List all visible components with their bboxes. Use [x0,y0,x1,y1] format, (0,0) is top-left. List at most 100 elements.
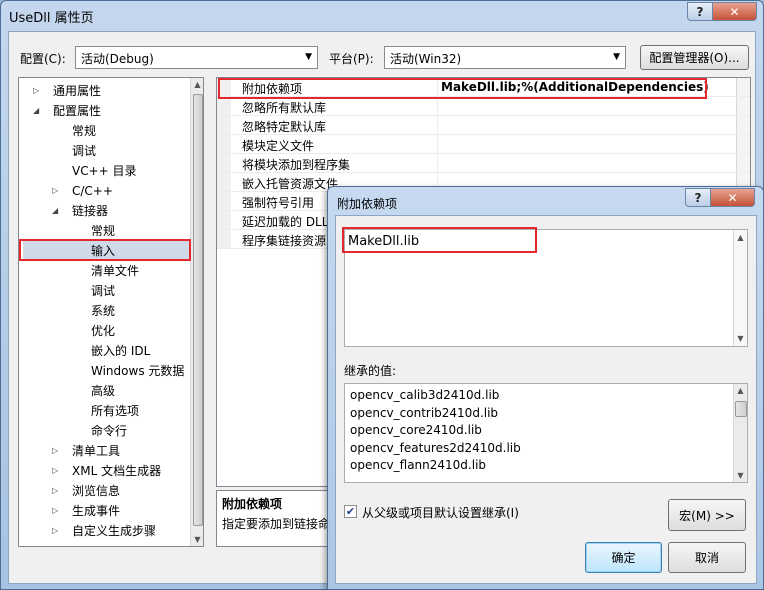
platform-dropdown[interactable]: 活动(Win32) ▼ [384,46,626,69]
config-label: 配置(C): [20,52,66,66]
column-separator [437,116,438,134]
dialog-window-controls: ? ✕ [685,188,755,207]
tree-item-label: 嵌入的 IDL [91,344,151,358]
help-icon: ? [696,4,704,19]
inherited-value-item: opencv_core2410d.lib [350,423,482,437]
row-gutter [217,154,231,172]
macro-button[interactable]: 宏(M) >> [668,499,746,531]
tree-item[interactable]: ▷ 清单工具 [19,441,189,461]
tree-item-label: 浏览信息 [72,484,121,498]
tree-item-label: 通用属性 [53,84,102,98]
dialog-client: MakeDll.lib ▲ ▼ 继承的值: ▲ ▼ opencv_calib3d… [335,215,757,584]
tree-item-label: 生成事件 [72,504,121,518]
dependencies-edit-box[interactable]: MakeDll.lib ▲ ▼ [344,229,748,347]
tree-item-label: 命令行 [91,424,128,438]
tree-item[interactable]: ▷ 自定义生成步骤 [19,521,189,541]
tree-item[interactable]: 系统 [19,301,189,321]
column-separator [437,135,438,153]
inherited-value-item: opencv_contrib2410d.lib [350,405,499,420]
tree-item[interactable]: 输入 [23,241,189,261]
tree-item[interactable]: 高级 [19,381,189,401]
tree-item[interactable]: ▷ 生成事件 [19,501,189,521]
dropdown-arrow-icon: ▼ [305,52,312,62]
row-gutter [217,97,231,115]
platform-label: 平台(P): [329,52,374,66]
tree-expander-icon[interactable]: ▷ [52,481,64,501]
tree-expander-icon[interactable]: ▷ [52,501,64,521]
tree-item[interactable]: 调试 [19,281,189,301]
tree-item[interactable]: ◢ 链接器 [19,201,189,221]
row-gutter [217,211,231,229]
inherited-values-label: 继承的值: [344,364,397,378]
property-row[interactable]: 忽略特定默认库 [217,116,750,135]
tree-item[interactable]: Windows 元数据 [19,361,189,381]
column-separator [437,154,438,172]
scroll-down-icon[interactable]: ▼ [734,471,747,480]
tree-expander-icon[interactable]: ◢ [33,101,45,121]
scroll-down-icon[interactable]: ▼ [191,535,203,544]
row-gutter [217,192,231,210]
tree-item[interactable]: ▷ 通用属性 [19,81,189,101]
tree-item-label: C/C++ [72,184,113,198]
tree-expander-icon[interactable]: ▷ [52,461,64,481]
tree-item[interactable]: ▷ XML 文档生成器 [19,461,189,481]
dialog-help-button[interactable]: ? [685,188,711,207]
property-name: 延迟加载的 DLL [242,215,329,229]
close-button[interactable]: ✕ [713,2,757,21]
property-name: 强制符号引用 [242,196,315,210]
additional-dependencies-dialog: 附加依赖项 ? ✕ MakeDll.lib ▲ ▼ 继承的值: ▲ ▼ open… [327,186,764,590]
tree-item[interactable]: VC++ 目录 [19,161,189,181]
tree-item[interactable]: 清单文件 [19,261,189,281]
property-value[interactable]: MakeDll.lib;%(AdditionalDependencies) [441,80,709,94]
scroll-up-icon[interactable]: ▲ [191,80,203,89]
property-row[interactable]: 模块定义文件 [217,135,750,154]
tree-item-label: 链接器 [72,204,109,218]
close-icon: ✕ [727,190,738,205]
tree-item[interactable]: 嵌入的 IDL [19,341,189,361]
tree-item[interactable]: ▷ C/C++ [19,181,189,201]
row-gutter [217,116,231,134]
tree-item[interactable]: ◢ 配置属性 [19,101,189,121]
scroll-down-icon[interactable]: ▼ [734,334,747,343]
property-row[interactable]: 忽略所有默认库 [217,97,750,116]
inherited-scroll-thumb[interactable] [735,401,747,417]
inherit-checkbox-label[interactable]: 从父级或项目默认设置继承(I) [362,504,519,521]
property-row[interactable]: 附加依赖项 MakeDll.lib;%(AdditionalDependencie… [217,78,750,97]
category-tree[interactable]: ▲ ▼ ▷ 通用属性 ◢ 配置属性 常规 调试 VC++ 目录 ▷ C/C++ ◢ 链接器 常规 输入清… [18,77,204,547]
tree-expander-icon[interactable]: ▷ [52,181,64,201]
inherited-values-list[interactable]: ▲ ▼ opencv_calib3d2410d.lib opencv_contri… [344,383,748,483]
tree-item[interactable]: 常规 [19,121,189,141]
configuration-manager-button[interactable]: 配置管理器(O)... [640,45,749,70]
tree-expander-icon[interactable]: ▷ [33,81,45,101]
property-row[interactable]: 将模块添加到程序集 [217,154,750,173]
inherit-checkbox[interactable]: ✔ [344,505,357,518]
platform-value: 活动(Win32) [390,52,462,66]
tree-expander-icon[interactable]: ▷ [52,521,64,541]
tree-item[interactable]: 调试 [19,141,189,161]
inherited-scrollbar[interactable]: ▲ ▼ [733,384,747,482]
dialog-close-button[interactable]: ✕ [711,188,755,207]
tree-item-label: XML 文档生成器 [72,464,162,478]
tree-scroll-thumb[interactable] [193,94,203,526]
edit-scrollbar[interactable]: ▲ ▼ [733,230,747,346]
scroll-up-icon[interactable]: ▲ [734,233,747,242]
dependencies-edit-text[interactable]: MakeDll.lib [348,234,419,249]
cancel-button[interactable]: 取消 [668,542,746,573]
tree-item[interactable]: 常规 [19,221,189,241]
row-gutter [217,78,231,96]
tree-item-label: 调试 [72,144,97,158]
property-name: 忽略特定默认库 [242,120,327,134]
inherited-value-item: opencv_features2d2410d.lib [350,440,521,455]
tree-item-label: Windows 元数据 [91,364,185,378]
tree-item[interactable]: 优化 [19,321,189,341]
tree-item[interactable]: ▷ 浏览信息 [19,481,189,501]
config-dropdown[interactable]: 活动(Debug) ▼ [75,46,318,69]
tree-expander-icon[interactable]: ◢ [52,201,64,221]
ok-button[interactable]: 确定 [585,542,662,573]
tree-item[interactable]: 命令行 [19,421,189,441]
tree-expander-icon[interactable]: ▷ [52,441,64,461]
tree-item[interactable]: 所有选项 [19,401,189,421]
help-button[interactable]: ? [687,2,713,21]
tree-scrollbar[interactable]: ▲ ▼ [190,78,203,546]
scroll-up-icon[interactable]: ▲ [734,386,747,395]
